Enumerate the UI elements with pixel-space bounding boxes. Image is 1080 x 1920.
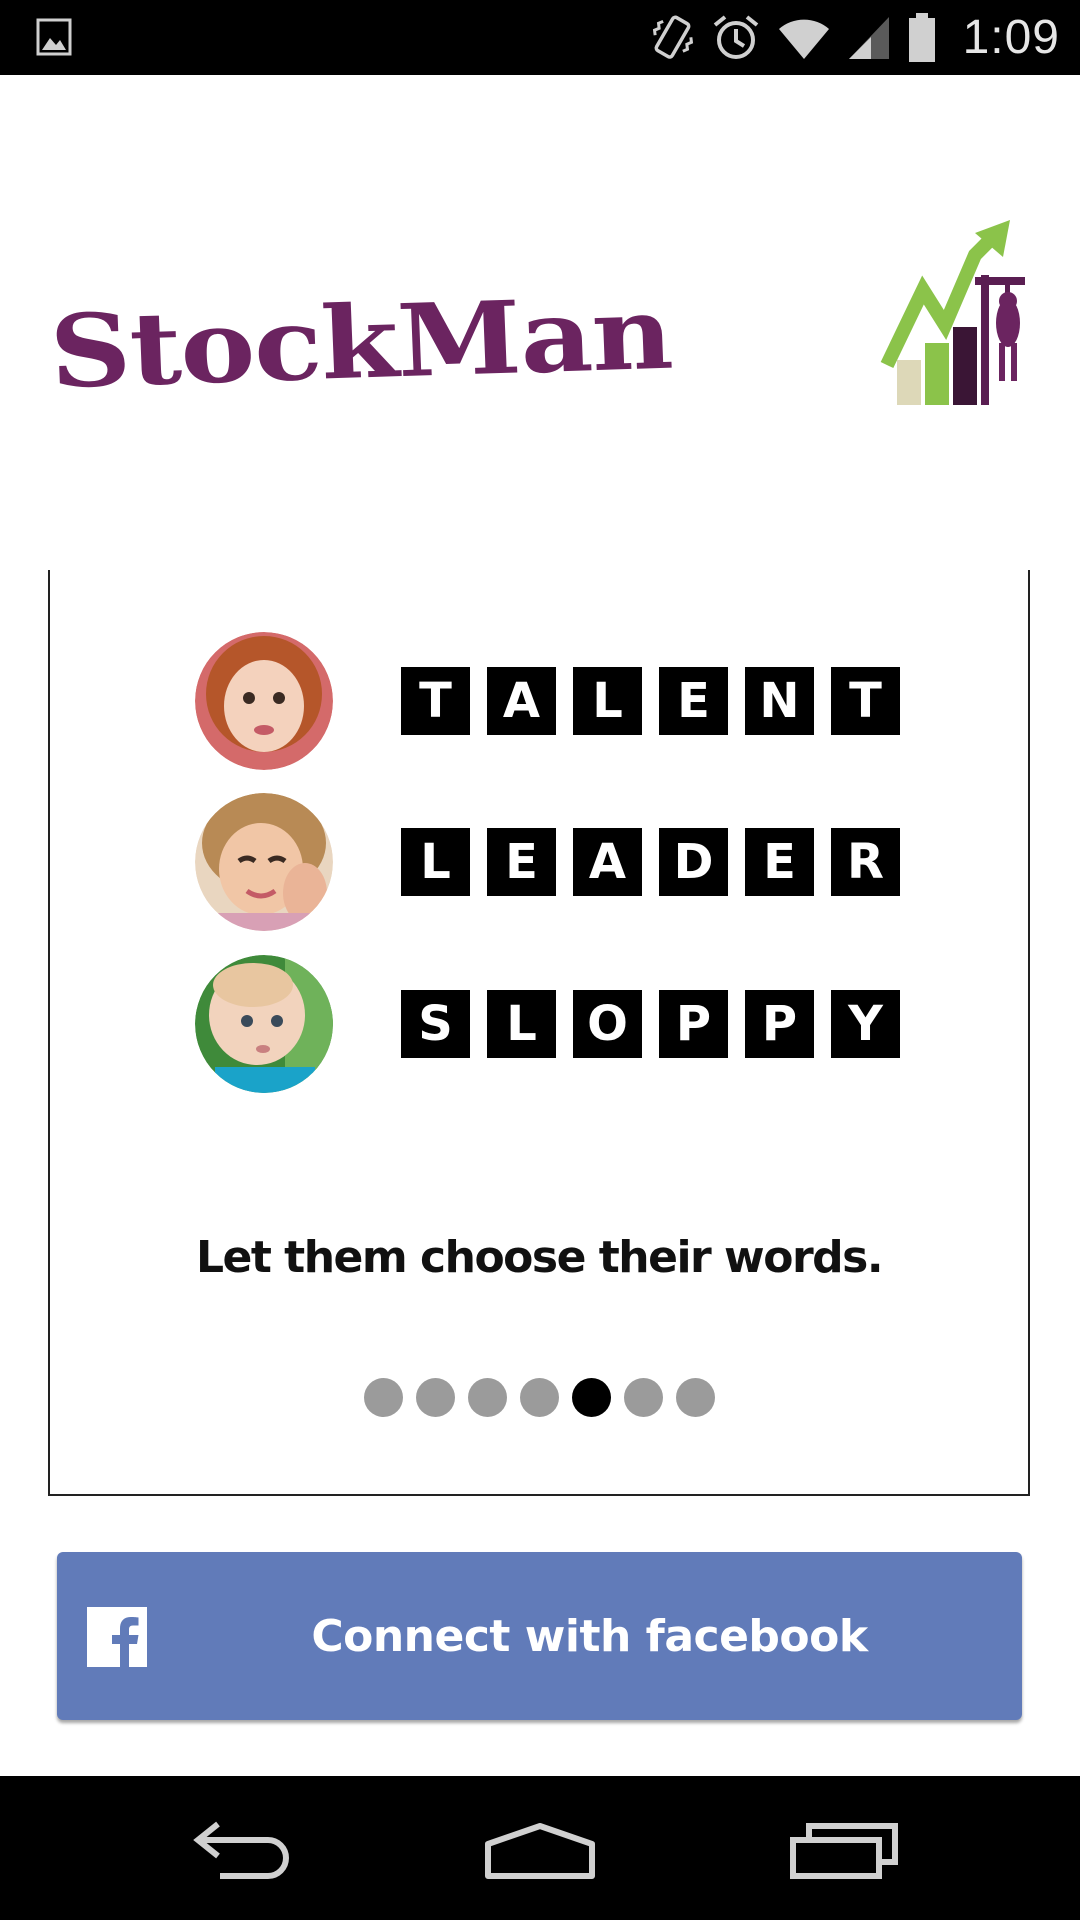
page-dot[interactable]	[623, 1378, 663, 1417]
child-2-avatar	[195, 793, 333, 931]
page-indicator	[50, 1378, 1028, 1417]
gallery-icon	[36, 18, 72, 56]
letter-tile: E	[659, 667, 728, 735]
child-3-avatar	[195, 955, 333, 1093]
stock-chart-icon	[880, 220, 1025, 405]
letter-tiles: L E A D E R	[401, 828, 900, 896]
letter-tile: P	[659, 990, 728, 1058]
recent-apps-icon	[790, 1823, 898, 1879]
letter-tile: E	[745, 828, 814, 896]
status-time: 1:09	[962, 11, 1060, 64]
letter-tiles: T A L E N T	[401, 667, 900, 735]
letter-tile: E	[487, 828, 556, 896]
logo-wordmark: StockMan	[47, 273, 675, 411]
status-icons: 1:09	[649, 0, 1060, 75]
word-row: T A L E N T	[195, 632, 955, 772]
facebook-icon	[87, 1607, 147, 1667]
letter-tile: A	[573, 828, 642, 896]
letter-tile: N	[745, 667, 814, 735]
word-row: L E A D E R	[195, 793, 955, 933]
status-bar: 1:09	[0, 0, 1080, 75]
letter-tile: L	[401, 828, 470, 896]
wifi-icon	[778, 19, 829, 59]
navigation-bar	[0, 1776, 1080, 1920]
page-dot[interactable]	[363, 1378, 403, 1417]
alarm-icon	[713, 14, 758, 59]
recent-apps-button[interactable]	[785, 1806, 905, 1890]
battery-icon	[908, 12, 935, 62]
signal-icon	[848, 16, 889, 59]
home-icon	[485, 1823, 595, 1879]
connect-facebook-button[interactable]: Connect with facebook	[57, 1552, 1022, 1720]
letter-tile: P	[745, 990, 814, 1058]
child-1-avatar	[195, 632, 333, 770]
back-button[interactable]	[180, 1806, 300, 1890]
screen: 1:09 StockMan T A L E N T L E A D E R S …	[0, 0, 1080, 1920]
page-dot[interactable]	[467, 1378, 507, 1417]
connect-facebook-label: Connect with facebook	[311, 1610, 868, 1662]
letter-tile: T	[401, 667, 470, 735]
letter-tile: A	[487, 667, 556, 735]
letter-tile: L	[487, 990, 556, 1058]
page-dot[interactable]	[415, 1378, 455, 1417]
stockman-logo: StockMan	[47, 215, 1030, 425]
page-dot[interactable]	[519, 1378, 559, 1417]
tagline: Let them choose their words.	[195, 1232, 884, 1283]
word-row: S L O P P Y	[195, 955, 955, 1095]
back-icon	[193, 1821, 289, 1879]
letter-tile: T	[831, 667, 900, 735]
letter-tiles: S L O P P Y	[401, 990, 900, 1058]
page-dot[interactable]	[675, 1378, 715, 1417]
letter-tile: S	[401, 990, 470, 1058]
page-dot-active[interactable]	[571, 1378, 611, 1417]
onboarding-card[interactable]: T A L E N T L E A D E R S L O P P Y Let …	[48, 570, 1030, 1496]
letter-tile: R	[831, 828, 900, 896]
home-button[interactable]	[480, 1806, 600, 1890]
letter-tile: L	[573, 667, 642, 735]
letter-tile: O	[573, 990, 642, 1058]
vibrate-icon	[652, 15, 693, 59]
letter-tile: Y	[831, 990, 900, 1058]
letter-tile: D	[659, 828, 728, 896]
